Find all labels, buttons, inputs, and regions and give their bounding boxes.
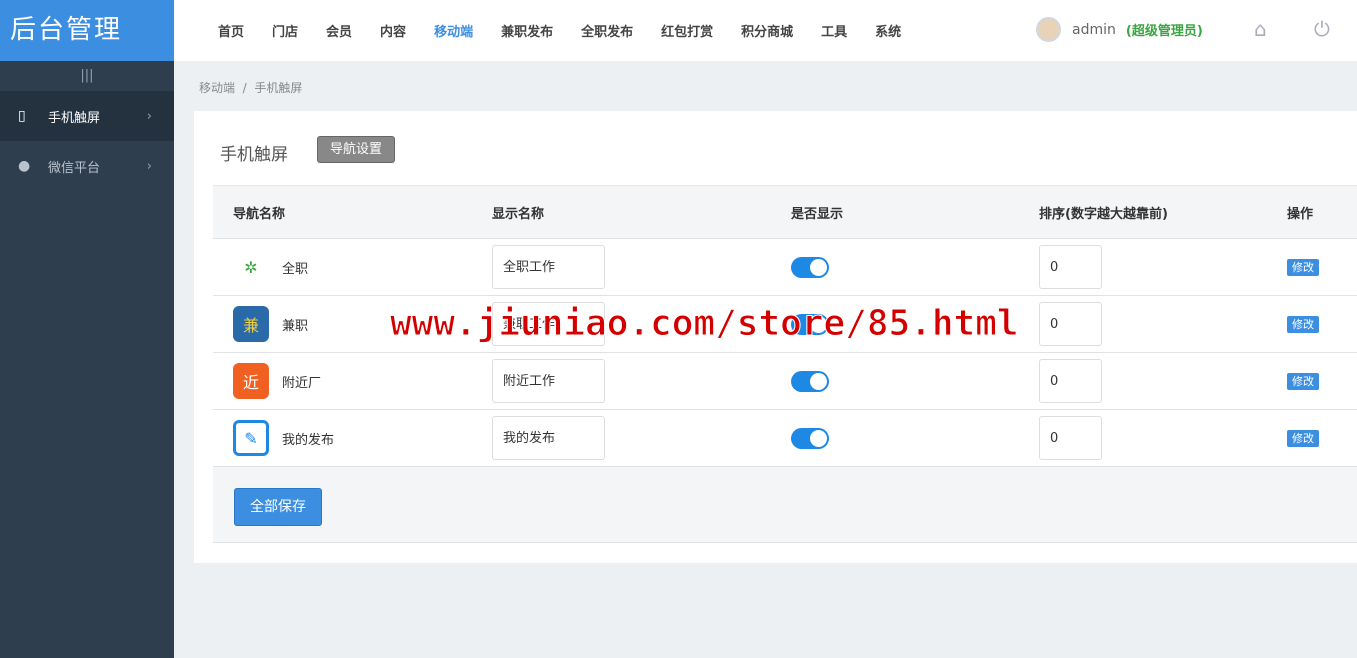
edit-button[interactable]: 修改 xyxy=(1287,373,1319,390)
user-role: (超级管理员) xyxy=(1125,24,1203,39)
display-name-input[interactable]: 附近工作 xyxy=(492,359,605,403)
phone-icon: ▯ xyxy=(18,108,26,124)
nav-home[interactable]: 首页 xyxy=(218,21,244,40)
table-footer: 全部保存 xyxy=(213,467,1357,543)
nav-system[interactable]: 系统 xyxy=(875,21,901,40)
table-row: ✎ 我的发布 我的发布 0 修改 xyxy=(213,410,1357,467)
col-header: 显示名称 xyxy=(492,206,545,222)
nav-fulltime[interactable]: 全职发布 xyxy=(581,21,633,40)
avatar xyxy=(1036,17,1061,42)
display-name-input[interactable]: 兼职工作 xyxy=(492,302,605,346)
sidebar-toggle[interactable]: ||| xyxy=(0,61,174,91)
nav-redpacket[interactable]: 红包打赏 xyxy=(661,21,713,40)
wechat-icon: ● xyxy=(18,158,31,174)
col-header: 导航名称 xyxy=(233,206,286,222)
logo: 后台管理 xyxy=(0,0,174,61)
order-input[interactable]: 0 xyxy=(1039,359,1102,403)
user-menu[interactable]: admin (超级管理员) xyxy=(1036,17,1203,42)
power-icon[interactable]: ⏻ xyxy=(1314,17,1330,41)
breadcrumb-item[interactable]: 移动端 xyxy=(199,81,235,95)
show-toggle[interactable] xyxy=(791,313,829,335)
nav-name: 我的发布 xyxy=(282,432,335,448)
sidebar-item-wechat[interactable]: ● 微信平台 › xyxy=(0,141,174,191)
table-header: 导航名称 显示名称 是否显示 排序(数字越大越靠前) 操作 xyxy=(213,185,1357,239)
table-row: 近附近厂 附近工作 0 修改 xyxy=(213,353,1357,410)
nav-settings-button[interactable]: 导航设置 xyxy=(317,136,396,163)
nearby-app-icon: 近 xyxy=(233,363,269,399)
nav-name: 附近厂 xyxy=(282,375,322,391)
nav-content[interactable]: 内容 xyxy=(380,21,406,40)
table-row: ✲ 全职 全职工作 0 修改 xyxy=(213,239,1357,296)
nav-store[interactable]: 门店 xyxy=(272,21,298,40)
nav-mobile[interactable]: 移动端 xyxy=(434,21,473,40)
breadcrumb-item: 手机触屏 xyxy=(254,81,303,95)
col-header: 排序(数字越大越靠前) xyxy=(1039,206,1168,222)
show-toggle[interactable] xyxy=(791,370,829,392)
display-name-input[interactable]: 我的发布 xyxy=(492,416,605,460)
breadcrumb: 移动端 / 手机触屏 xyxy=(199,81,303,95)
sidebar-item-label: 微信平台 xyxy=(48,160,101,176)
nav-parttime[interactable]: 兼职发布 xyxy=(501,21,553,40)
show-toggle[interactable] xyxy=(791,427,829,449)
sidebar: 后台管理 ||| ▯ 手机触屏 › ● 微信平台 › xyxy=(0,0,174,658)
table-row: 兼兼职 兼职工作 0 修改 xyxy=(213,296,1357,353)
save-all-button[interactable]: 全部保存 xyxy=(234,488,322,526)
sidebar-item-label: 手机触屏 xyxy=(48,110,101,126)
top-nav: 首页 门店 会员 内容 移动端 兼职发布 全职发布 红包打赏 积分商城 工具 系… xyxy=(204,21,915,40)
chevron-right-icon: › xyxy=(146,108,152,124)
col-header: 是否显示 xyxy=(791,206,844,222)
order-input[interactable]: 0 xyxy=(1039,245,1102,289)
sidebar-item-mobile[interactable]: ▯ 手机触屏 › xyxy=(0,91,174,141)
username: admin xyxy=(1072,21,1116,38)
nav-points-mall[interactable]: 积分商城 xyxy=(741,21,793,40)
edit-button[interactable]: 修改 xyxy=(1287,430,1319,447)
edit-button[interactable]: 修改 xyxy=(1287,259,1319,276)
nav-member[interactable]: 会员 xyxy=(326,21,352,40)
order-input[interactable]: 0 xyxy=(1039,416,1102,460)
order-input[interactable]: 0 xyxy=(1039,302,1102,346)
show-toggle[interactable] xyxy=(791,256,829,278)
nav-name: 全职 xyxy=(282,261,309,277)
content-panel: 手机触屏 导航设置 导航名称 显示名称 是否显示 排序(数字越大越靠前) 操作 … xyxy=(194,111,1357,563)
display-name-input[interactable]: 全职工作 xyxy=(492,245,605,289)
nav-tools[interactable]: 工具 xyxy=(821,21,847,40)
fulltime-app-icon: ✲ xyxy=(244,257,258,277)
edit-pen-app-icon: ✎ xyxy=(233,420,269,456)
nav-table: 导航名称 显示名称 是否显示 排序(数字越大越靠前) 操作 ✲ 全职 全职工作 0… xyxy=(213,185,1357,543)
chevron-right-icon: › xyxy=(146,158,152,174)
col-header: 操作 xyxy=(1287,206,1314,222)
home-icon[interactable]: ⌂ xyxy=(1254,17,1267,41)
edit-button[interactable]: 修改 xyxy=(1287,316,1319,333)
parttime-app-icon: 兼 xyxy=(233,306,269,342)
top-bar: 首页 门店 会员 内容 移动端 兼职发布 全职发布 红包打赏 积分商城 工具 系… xyxy=(174,0,1357,61)
nav-name: 兼职 xyxy=(282,318,309,334)
page-title: 手机触屏 xyxy=(220,145,288,165)
